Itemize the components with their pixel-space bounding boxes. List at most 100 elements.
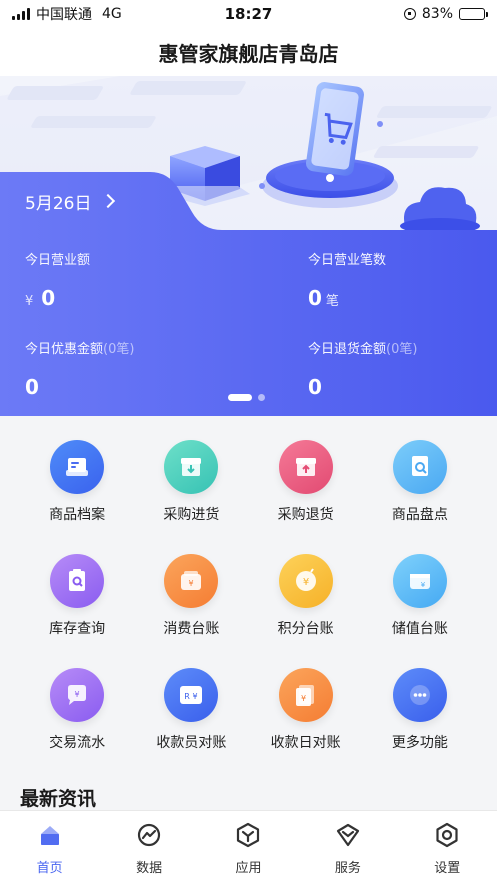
date-label: 5月26日 xyxy=(25,193,92,214)
discount-amount: 0 xyxy=(25,375,39,399)
date-selector[interactable]: 5月26日 xyxy=(0,172,200,230)
svg-text:¥: ¥ xyxy=(421,581,426,589)
purchase-in-icon xyxy=(164,440,219,494)
news-section-title: 最新资讯 xyxy=(20,788,97,810)
stat-discount-value: 0 xyxy=(25,375,134,399)
tab-service[interactable]: 服务 xyxy=(308,821,388,883)
stat-count-value: 0 笔 xyxy=(308,286,386,310)
status-bar: 中国联通 4G 18:27 83% xyxy=(0,0,497,28)
refund-sub: (0笔) xyxy=(386,342,418,357)
battery-percent: 83% xyxy=(421,6,453,22)
feature-label: 交易流水 xyxy=(49,735,106,751)
svg-text:¥: ¥ xyxy=(193,692,198,701)
count-unit: 笔 xyxy=(325,294,339,309)
carrier-name: 中国联通 xyxy=(36,7,92,23)
tab-apps[interactable]: 应用 xyxy=(208,821,288,883)
stat-count-label: 今日营业笔数 xyxy=(308,253,387,268)
daily-reconcile-icon: ¥ xyxy=(278,668,333,722)
home-icon xyxy=(36,821,64,853)
stat-discount-label: 今日优惠金额(0笔) xyxy=(25,338,134,357)
tab-label: 应用 xyxy=(235,861,262,876)
feature-grid: 商品档案 采购进货 采购退货 商品盘点库存查询 ¥ 消费台账 ¥ 积分台账 ¥ 储值台账 ¥ 交易流水… xyxy=(20,440,477,752)
stat-count: 今日营业笔数 0 笔 xyxy=(308,249,386,310)
banner-carousel[interactable]: 5月26日 今日营业额 ¥ 0 今日营业笔数 0 笔 今日优惠金额(0笔) 0 … xyxy=(0,76,497,416)
purchase-return-icon xyxy=(278,440,333,494)
feature-item-purchase-in[interactable]: 采购进货 xyxy=(134,440,248,524)
svg-text:¥: ¥ xyxy=(301,694,306,703)
page-title: 惠管家旗舰店青岛店 xyxy=(0,28,497,76)
currency-symbol: ¥ xyxy=(25,294,34,309)
settings-icon xyxy=(433,821,461,853)
carousel-dot-active[interactable] xyxy=(228,394,252,401)
feature-label: 商品档案 xyxy=(49,507,106,523)
stat-refund-label: 今日退货金额(0笔) xyxy=(308,338,417,357)
more-icon xyxy=(392,668,447,722)
cashier-reconcile-icon: R ¥ xyxy=(164,668,219,722)
refund-label-text: 今日退货金额 xyxy=(308,342,387,357)
battery-icon xyxy=(459,8,488,20)
feature-label: 更多功能 xyxy=(391,735,448,751)
feature-item-stored-value[interactable]: ¥ 储值台账 xyxy=(363,554,477,638)
tab-label: 服务 xyxy=(334,861,361,876)
feature-label: 采购进货 xyxy=(163,507,220,523)
feature-item-daily-reconcile[interactable]: ¥ 收款日对账 xyxy=(249,668,363,752)
stat-refund: 今日退货金额(0笔) 0 xyxy=(308,338,417,399)
feature-item-consumption-ledger[interactable]: ¥ 消费台账 xyxy=(134,554,248,638)
stat-revenue: 今日营业额 ¥ 0 xyxy=(25,249,90,310)
carousel-indicator[interactable] xyxy=(228,394,265,401)
svg-text:R: R xyxy=(185,692,191,701)
feature-label: 消费台账 xyxy=(163,621,220,637)
discount-sub: (0笔) xyxy=(103,342,135,357)
carousel-dot[interactable] xyxy=(258,394,265,401)
refund-amount: 0 xyxy=(308,375,322,399)
network-type: 4G xyxy=(102,6,122,22)
svg-text:¥: ¥ xyxy=(189,579,194,588)
revenue-amount: 0 xyxy=(41,286,56,310)
stored-value-icon: ¥ xyxy=(392,554,447,608)
count-amount: 0 xyxy=(308,286,322,310)
stat-revenue-label: 今日营业额 xyxy=(25,253,91,268)
apps-icon xyxy=(234,821,262,853)
stock-query-icon xyxy=(50,554,105,608)
feature-item-stock-query[interactable]: 库存查询 xyxy=(20,554,134,638)
feature-item-product-file[interactable]: 商品档案 xyxy=(20,440,134,524)
feature-item-points-ledger[interactable]: ¥ 积分台账 xyxy=(249,554,363,638)
feature-item-inventory-check[interactable]: 商品盘点 xyxy=(363,440,477,524)
discount-label-text: 今日优惠金额 xyxy=(25,342,104,357)
tab-data[interactable]: 数据 xyxy=(109,821,189,883)
tab-label: 首页 xyxy=(36,861,63,876)
consumption-ledger-icon: ¥ xyxy=(164,554,219,608)
inventory-check-icon xyxy=(392,440,447,494)
tab-settings[interactable]: 设置 xyxy=(407,821,487,883)
chevron-right-icon xyxy=(101,193,116,209)
points-ledger-icon: ¥ xyxy=(278,554,333,608)
feature-label: 收款员对账 xyxy=(156,735,227,751)
stat-refund-value: 0 xyxy=(308,375,417,399)
feature-item-purchase-return[interactable]: 采购退货 xyxy=(249,440,363,524)
feature-item-transaction-flow[interactable]: ¥ 交易流水 xyxy=(20,668,134,752)
svg-text:¥: ¥ xyxy=(302,577,308,588)
feature-label: 采购退货 xyxy=(277,507,334,523)
stat-discount: 今日优惠金额(0笔) 0 xyxy=(25,338,134,399)
stat-revenue-value: ¥ 0 xyxy=(25,286,90,310)
feature-item-more[interactable]: 更多功能 xyxy=(363,668,477,752)
feature-label: 收款日对账 xyxy=(270,735,341,751)
feature-item-cashier-reconcile[interactable]: R ¥ 收款员对账 xyxy=(134,668,248,752)
service-icon xyxy=(334,821,362,853)
feature-label: 积分台账 xyxy=(277,621,334,637)
tab-label: 设置 xyxy=(434,861,461,876)
status-left: 中国联通 4G xyxy=(12,4,404,24)
transaction-flow-icon: ¥ xyxy=(50,668,105,722)
orientation-lock-icon xyxy=(403,8,416,20)
feature-label: 商品盘点 xyxy=(391,507,448,523)
feature-label: 储值台账 xyxy=(391,621,448,637)
tab-label: 数据 xyxy=(136,861,163,876)
svg-text:¥: ¥ xyxy=(75,690,80,699)
tab-home[interactable]: 首页 xyxy=(10,821,90,883)
data-icon xyxy=(135,821,163,853)
product-file-icon xyxy=(50,440,105,494)
status-right: 83% xyxy=(403,6,488,22)
signal-icon xyxy=(12,8,30,20)
feature-label: 库存查询 xyxy=(49,621,106,637)
bottom-tab-bar: 首页 数据 应用 服务 设置 xyxy=(0,810,497,883)
